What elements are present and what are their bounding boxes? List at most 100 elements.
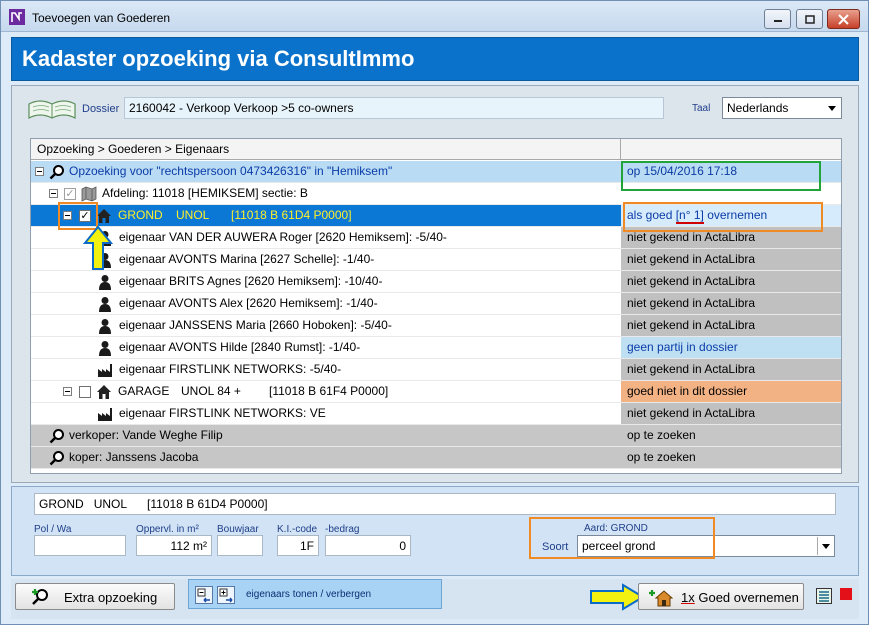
tree-row-koper[interactable]: koper: Janssens Jacoba op te zoeken [31, 447, 841, 469]
person-icon [99, 319, 111, 334]
maximize-button[interactable] [796, 9, 823, 29]
garage-checkbox[interactable] [79, 386, 91, 398]
ki-bedrag-field[interactable]: 0 [325, 535, 411, 556]
overnemen-label: Goed overnemen [694, 590, 799, 605]
house-icon [97, 385, 111, 399]
row-text: Opzoeking voor "rechtspersoon 0473426316… [69, 164, 393, 178]
collapse-all-icon[interactable] [195, 586, 213, 604]
window-title: Toevoegen van Goederen [32, 11, 171, 25]
goed-overnemen-button[interactable]: 1x Goed overnemen [638, 583, 804, 610]
list-icon[interactable] [816, 588, 832, 604]
tree-row-eigenaar[interactable]: eigenaar AVONTS Alex [2620 Hemiksem]: -1… [31, 293, 841, 315]
eigenaars-toggle[interactable]: eigenaars tonen / verbergen [188, 579, 442, 609]
person-icon [99, 297, 111, 312]
ki-code-field[interactable]: 1F [277, 535, 319, 556]
person-icon [99, 341, 111, 356]
house-add-icon [649, 590, 673, 607]
ki-bedrag-label: -bedrag [325, 524, 360, 535]
garage-kind: GARAGE [118, 384, 170, 398]
row-text: eigenaar FIRSTLINK NETWORKS: VE [119, 406, 326, 420]
house-icon [97, 209, 111, 223]
pol-field[interactable] [34, 535, 126, 556]
row-text: eigenaar AVONTS Alex [2620 Hemiksem]: -1… [119, 296, 378, 310]
breadcrumb: Opzoeking > Goederen > Eigenaars [31, 139, 621, 160]
row-text: eigenaar JANSSENS Maria [2660 Hoboken]: … [119, 318, 392, 332]
garage-unit: UNOL 84 + [181, 384, 241, 398]
expand-all-icon[interactable] [217, 586, 235, 604]
row-text: eigenaar BRITS Agnes [2620 Hemiksem]: -1… [119, 274, 383, 288]
stop-icon[interactable] [840, 588, 852, 600]
annotation-orange-box [623, 202, 823, 232]
dossier-label: Dossier [82, 103, 120, 115]
chevron-down-icon[interactable] [817, 537, 833, 555]
minimize-button[interactable] [764, 9, 791, 29]
minimize-icon [773, 20, 782, 22]
extra-opzoeking-label: Extra opzoeking [64, 590, 158, 605]
close-button[interactable] [827, 9, 860, 29]
row-status: niet gekend in ActaLibra [621, 249, 841, 270]
collapse-icon[interactable] [63, 387, 72, 396]
chevron-down-icon[interactable] [824, 99, 840, 117]
row-status: niet gekend in ActaLibra [621, 359, 841, 380]
bouwjaar-label: Bouwjaar [217, 524, 259, 535]
application-window: Toevoegen van Goederen Kadaster opzoekin… [0, 0, 869, 625]
tree-row-eigenaar[interactable]: eigenaar BRITS Agnes [2620 Hemiksem]: -1… [31, 271, 841, 293]
detail-panel: GROND UNOL [11018 B 61D4 P0000] Pol / Wa… [11, 486, 859, 576]
row-status: goed niet in dit dossier [621, 381, 841, 402]
tree-row-eigenaar[interactable]: eigenaar AVONTS Hilde [2840 Rumst]: -1/4… [31, 337, 841, 359]
oppervlakte-field[interactable]: 112 m² [136, 535, 212, 556]
grond-kind: GROND [118, 208, 163, 222]
row-text: eigenaar VAN DER AUWERA Roger [2620 Hemi… [119, 230, 447, 244]
row-text: Afdeling: 11018 [HEMIKSEM] sectie: B [102, 186, 308, 200]
tree-row-eigenaar[interactable]: eigenaar AVONTS Marina [2627 Schelle]: -… [31, 249, 841, 271]
extra-opzoeking-button[interactable]: Extra opzoeking [15, 583, 175, 610]
page-title: Kadaster opzoeking via ConsultImmo [22, 46, 415, 71]
row-status: niet gekend in ActaLibra [621, 403, 841, 424]
open-book-icon [28, 100, 76, 120]
tree-row-verkoper[interactable]: verkoper: Vande Weghe Filip op te zoeken [31, 425, 841, 447]
arrow-up-icon [83, 225, 113, 270]
search-icon [49, 451, 64, 466]
goederen-tree: Opzoeking > Goederen > Eigenaars Opzoeki… [30, 138, 842, 474]
language-select[interactable]: Nederlands [722, 97, 842, 119]
selected-goed-field[interactable]: GROND UNOL [11018 B 61D4 P0000] [34, 493, 836, 515]
title-bar: Toevoegen van Goederen [1, 1, 868, 32]
tree-row-eigenaar[interactable]: eigenaar FIRSTLINK NETWORKS: VE niet gek… [31, 403, 841, 425]
row-text: verkoper: Vande Weghe Filip [69, 428, 223, 442]
maximize-icon [804, 14, 815, 24]
row-text: eigenaar AVONTS Marina [2627 Schelle]: -… [119, 252, 375, 266]
row-text: koper: Janssens Jacoba [69, 450, 199, 464]
row-status: niet gekend in ActaLibra [621, 271, 841, 292]
row-status: niet gekend in ActaLibra [621, 315, 841, 336]
dossier-field[interactable]: 2160042 - Verkoop Verkoop >5 co-owners [124, 97, 664, 119]
collapse-icon[interactable] [35, 167, 44, 176]
main-panel: Dossier 2160042 - Verkoop Verkoop >5 co-… [11, 85, 859, 483]
search-icon [49, 165, 64, 180]
afdeling-checkbox[interactable]: ✓ [64, 188, 76, 200]
search-add-icon [32, 589, 48, 605]
tree-header: Opzoeking > Goederen > Eigenaars [31, 139, 841, 160]
row-text: eigenaar FIRSTLINK NETWORKS: -5/40- [119, 362, 342, 376]
language-value: Nederlands [727, 101, 789, 115]
person-icon [99, 275, 111, 290]
row-status: niet gekend in ActaLibra [621, 293, 841, 314]
search-icon [49, 429, 64, 444]
row-status: op te zoeken [627, 450, 696, 464]
grond-ref: [11018 B 61D4 P0000] [231, 208, 352, 222]
overnemen-count: 1x [681, 590, 695, 605]
row-text: eigenaar AVONTS Hilde [2840 Rumst]: -1/4… [119, 340, 361, 354]
oppervlakte-label: Oppervl. in m² [136, 524, 199, 535]
collapse-icon[interactable] [49, 189, 58, 198]
footer-bar: Extra opzoeking eigenaars tonen / verber… [11, 579, 859, 619]
bouwjaar-field[interactable] [217, 535, 263, 556]
tree-row-eigenaar[interactable]: eigenaar FIRSTLINK NETWORKS: -5/40- niet… [31, 359, 841, 381]
eigenaars-toggle-label: eigenaars tonen / verbergen [246, 589, 372, 600]
tree-row-garage[interactable]: GARAGE UNOL 84 + [11018 B 61F4 P0000] go… [31, 381, 841, 403]
row-status: geen partij in dossier [621, 337, 841, 358]
factory-icon [98, 408, 112, 421]
garage-ref: [11018 B 61F4 P0000] [269, 384, 389, 398]
tree-row-eigenaar[interactable]: eigenaar JANSSENS Maria [2660 Hoboken]: … [31, 315, 841, 337]
language-label: Taal [692, 103, 711, 114]
map-icon [81, 186, 97, 202]
pol-label: Pol / Wa [34, 524, 72, 535]
